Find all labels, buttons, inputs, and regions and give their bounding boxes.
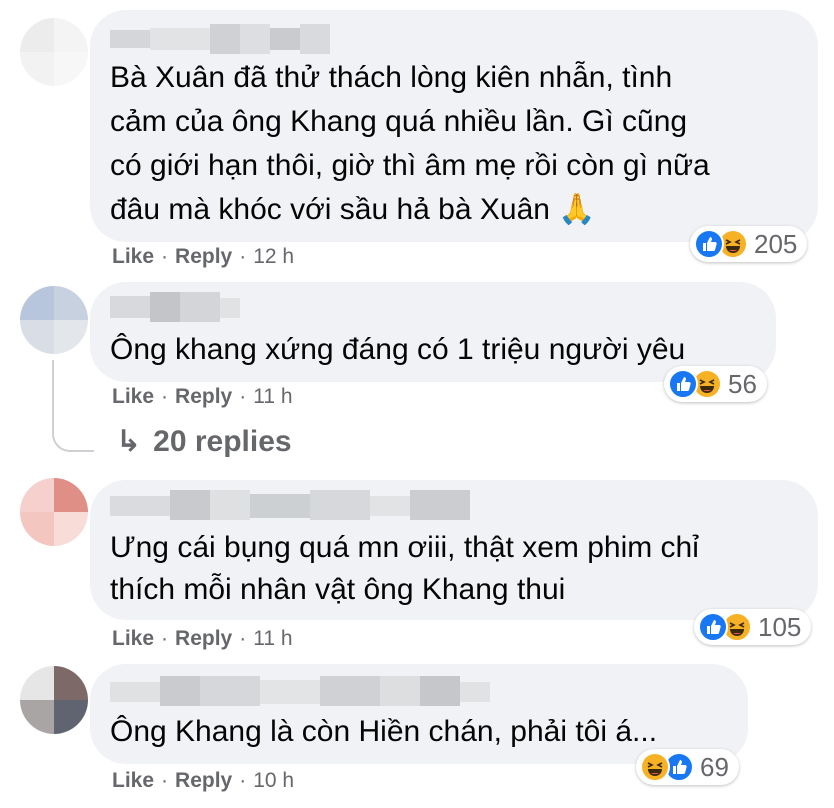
reply-button[interactable]: Reply [175, 769, 232, 793]
reply-button[interactable]: Reply [175, 627, 232, 651]
reaction-count: 69 [700, 751, 729, 782]
separator: · [161, 385, 169, 408]
avatar[interactable] [20, 18, 88, 86]
like-icon [698, 612, 728, 642]
reply-arrow-icon: ↳ [116, 425, 142, 458]
timestamp[interactable]: 11 h [253, 627, 292, 651]
comment-text-line: thích mỗi nhân vật ông Khang thui [110, 573, 566, 606]
reply-button[interactable]: Reply [175, 245, 232, 269]
like-icon [694, 229, 724, 259]
view-replies-button[interactable]: ↳ 20 replies [116, 424, 292, 459]
timestamp[interactable]: 10 h [253, 769, 294, 793]
separator: · [239, 769, 247, 792]
reaction-summary[interactable]: 205 [690, 226, 808, 262]
reply-button[interactable]: Reply [175, 385, 232, 409]
reaction-count: 205 [754, 228, 798, 259]
reaction-count: 105 [758, 611, 802, 642]
avatar[interactable] [20, 478, 88, 546]
like-button[interactable]: Like [112, 769, 154, 793]
like-icon [668, 369, 698, 399]
like-button[interactable]: Like [112, 245, 154, 269]
comment-text-line: Ưng cái bụng quá mn ơiii, thật xem phim … [110, 531, 699, 564]
timestamp[interactable]: 11 h [253, 385, 292, 409]
separator: · [239, 245, 247, 268]
like-button[interactable]: Like [112, 627, 154, 651]
comment-actions: Like · Reply · 11 h [112, 627, 293, 651]
replies-count-label: 20 replies [153, 424, 292, 458]
comment-actions: Like · Reply · 12 h [112, 245, 294, 269]
comment-actions: Like · Reply · 11 h [112, 385, 293, 409]
comment-bubble: Ưng cái bụng quá mn ơiii, thật xem phim … [90, 480, 818, 620]
separator: · [161, 245, 169, 268]
comment-actions: Like · Reply · 10 h [112, 769, 294, 793]
comment-text-line: Ông khang xứng đáng có 1 triệu người yêu [110, 333, 686, 366]
reaction-count: 56 [728, 368, 757, 399]
avatar[interactable] [20, 666, 88, 734]
reaction-summary[interactable]: 56 [664, 366, 767, 402]
like-button[interactable]: Like [112, 385, 154, 409]
reaction-summary[interactable]: 69 [636, 749, 739, 785]
comment-text-line: Ông Khang là còn Hiền chán, phải tôi á..… [110, 715, 658, 748]
thread-connector [52, 420, 94, 452]
comment-text-line: đâu mà khóc với sầu hả bà Xuân 🙏 [110, 193, 596, 226]
comment-text-line: cảm của ông Khang quá nhiều lần. Gì cũng [110, 105, 688, 138]
separator: · [161, 627, 169, 650]
haha-icon [640, 752, 670, 782]
avatar[interactable] [20, 286, 88, 354]
timestamp[interactable]: 12 h [253, 245, 294, 269]
separator: · [161, 769, 169, 792]
comment-text-line: có giới hạn thôi, giờ thì âm mẹ rồi còn … [110, 149, 710, 182]
reaction-summary[interactable]: 105 [694, 609, 812, 645]
separator: · [239, 385, 247, 408]
comment-text-line: Bà Xuân đã thử thách lòng kiên nhẫn, tìn… [110, 61, 673, 94]
separator: · [239, 627, 247, 650]
comment-bubble: Bà Xuân đã thử thách lòng kiên nhẫn, tìn… [90, 10, 818, 242]
